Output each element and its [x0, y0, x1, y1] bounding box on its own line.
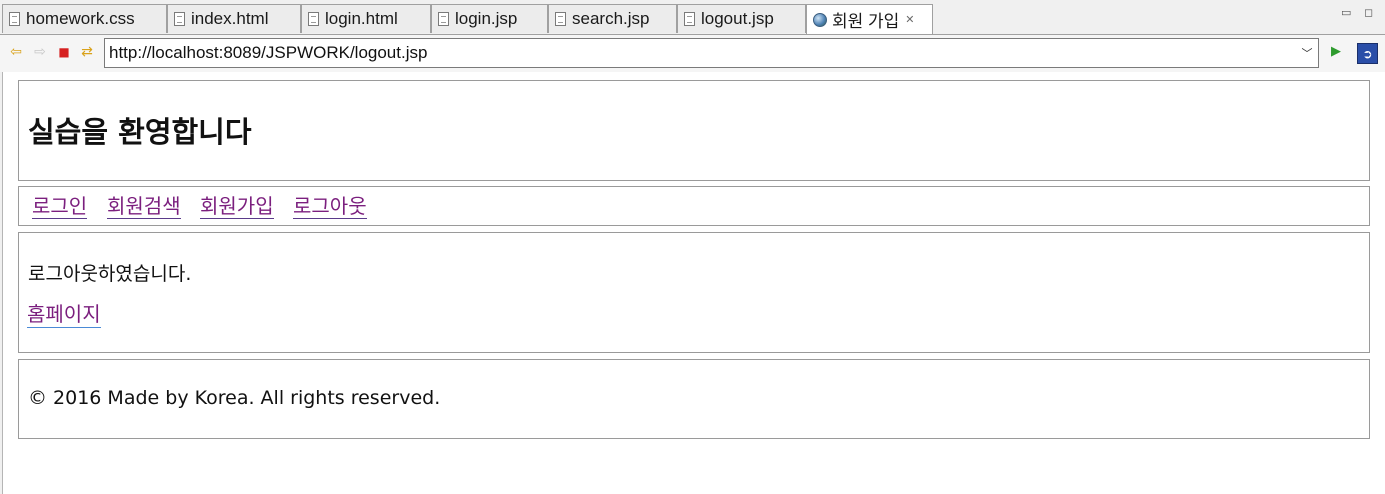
- tab-label: logout.jsp: [701, 9, 774, 28]
- tab-label: homework.css: [26, 9, 135, 28]
- back-arrow-icon[interactable]: ⇦: [8, 44, 24, 60]
- file-icon: [308, 12, 319, 26]
- address-bar[interactable]: http://localhost:8089/JSPWORK/logout.jsp…: [104, 38, 1319, 68]
- close-icon[interactable]: ✕: [905, 13, 914, 26]
- page-title: 실습을 환영합니다: [28, 115, 252, 149]
- external-browser-icon[interactable]: ➲: [1357, 43, 1378, 64]
- tab-logout-jsp[interactable]: logout.jsp: [677, 4, 806, 33]
- nav-link-member-search[interactable]: 회원검색: [107, 194, 181, 219]
- address-bar-url[interactable]: http://localhost:8089/JSPWORK/logout.jsp: [105, 43, 1296, 63]
- nav-link-member-join[interactable]: 회원가입: [200, 194, 274, 219]
- file-icon: [438, 12, 449, 26]
- logout-message: 로그아웃하였습니다.: [28, 263, 192, 285]
- file-icon: [555, 12, 566, 26]
- tab-login-html[interactable]: login.html: [301, 4, 431, 33]
- file-icon: [174, 12, 185, 26]
- forward-arrow-icon[interactable]: ⇨: [32, 44, 48, 60]
- go-play-icon[interactable]: ▶: [1328, 44, 1344, 60]
- tab-label: 회원 가입: [832, 12, 900, 31]
- maximize-icon[interactable]: ◻: [1364, 6, 1373, 19]
- chevron-down-icon[interactable]: ﹀: [1296, 45, 1318, 61]
- page-header: 실습을 환영합니다: [18, 80, 1370, 181]
- globe-icon: [813, 12, 827, 27]
- copyright-text: © 2016 Made by Korea. All rights reserve…: [28, 387, 441, 409]
- tab-label: login.html: [325, 9, 398, 28]
- tab-search-jsp[interactable]: search.jsp: [548, 4, 677, 33]
- home-link[interactable]: 홈페이지: [27, 302, 101, 328]
- tab-homework-css[interactable]: homework.css: [2, 4, 167, 33]
- tab-browser-member-join[interactable]: 회원 가입 ✕: [806, 4, 933, 34]
- nav-link-logout[interactable]: 로그아웃: [293, 194, 367, 219]
- file-icon: [684, 12, 695, 26]
- nav-menu: 로그인 회원검색 회원가입 로그아웃: [18, 186, 1370, 226]
- browser-viewport: 실습을 환영합니다 로그인 회원검색 회원가입 로그아웃 로그아웃하였습니다. …: [2, 72, 1385, 494]
- tab-label: login.jsp: [455, 9, 518, 28]
- page-footer: © 2016 Made by Korea. All rights reserve…: [18, 359, 1370, 439]
- refresh-icon[interactable]: ⇄: [79, 44, 95, 60]
- tab-label: search.jsp: [572, 9, 650, 28]
- tab-label: index.html: [191, 9, 269, 28]
- browser-toolbar: ⇦ ⇨ ■ ⇄ http://localhost:8089/JSPWORK/lo…: [0, 35, 1385, 72]
- file-icon: [9, 12, 20, 26]
- editor-tab-bar: homework.css index.html login.html login…: [0, 0, 1385, 35]
- main-content: 로그아웃하였습니다. 홈페이지: [18, 232, 1370, 353]
- nav-link-login[interactable]: 로그인: [32, 194, 88, 219]
- minimize-icon[interactable]: ▭: [1341, 6, 1351, 19]
- tab-login-jsp[interactable]: login.jsp: [431, 4, 548, 33]
- stop-icon[interactable]: ■: [56, 44, 72, 60]
- tab-index-html[interactable]: index.html: [167, 4, 301, 33]
